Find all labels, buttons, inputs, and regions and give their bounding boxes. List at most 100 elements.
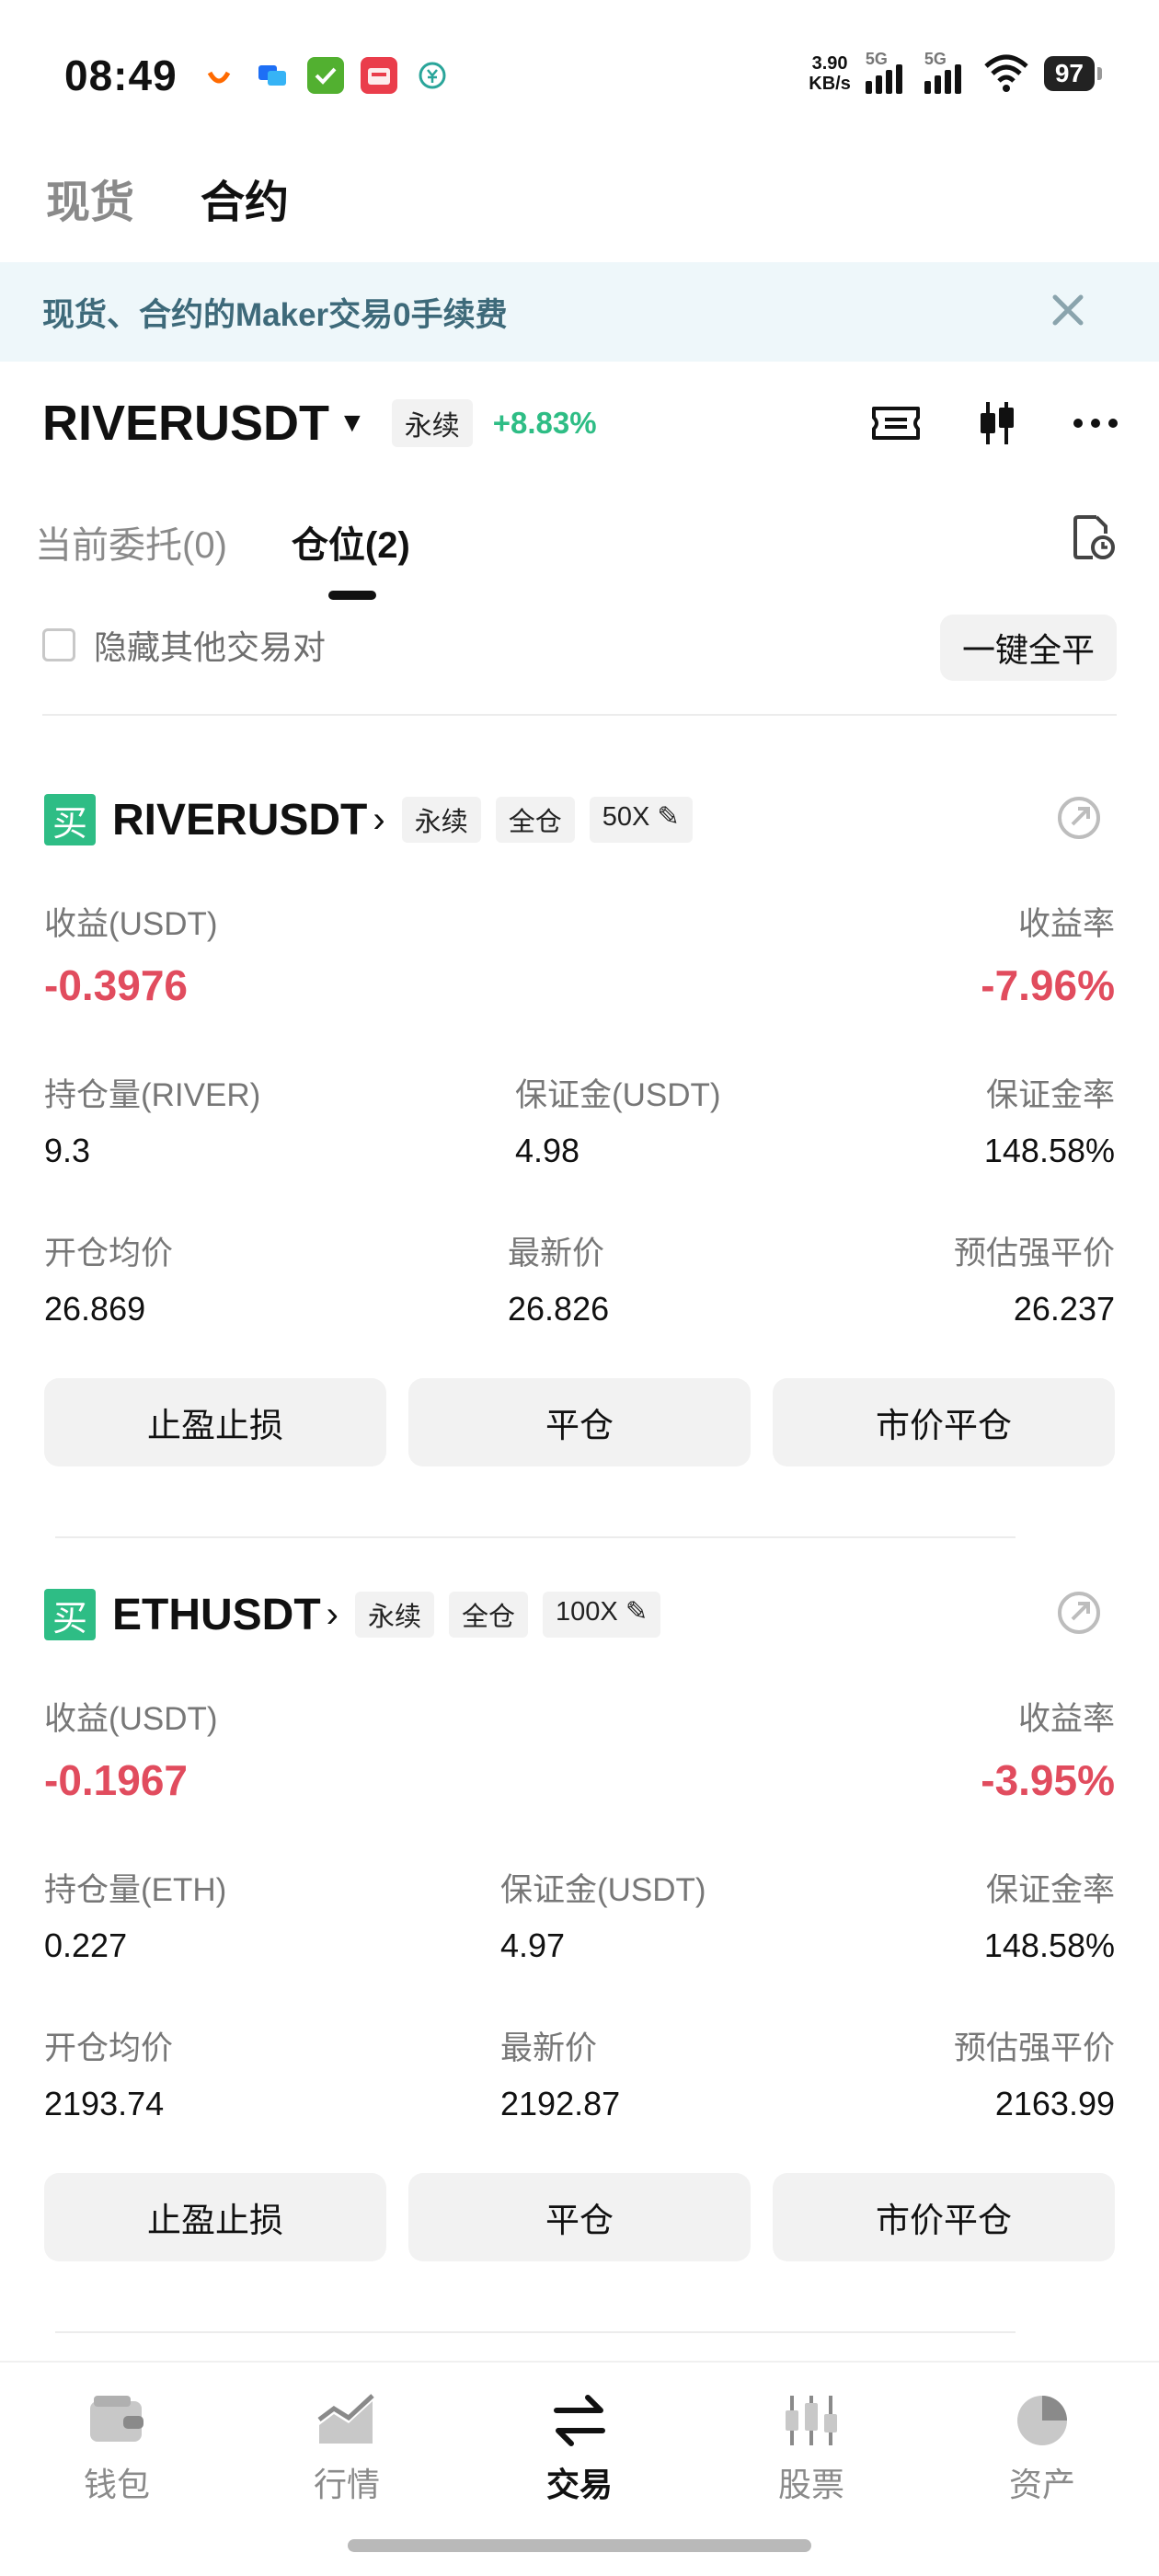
market-type-tabs: 现货 合约 [46,166,289,230]
perpetual-tag: 永续 [401,797,481,843]
tp-sl-button[interactable]: 止盈止损 [44,2173,386,2261]
tab-positions[interactable]: 仓位(2) [292,515,410,600]
signal-sim1-icon: 5G [865,50,910,94]
hide-other-pairs-checkbox[interactable] [42,628,75,661]
edit-pencil-icon: ✎ [625,1597,648,1627]
perpetual-tag: 永续 [391,399,473,447]
tp-sl-button[interactable]: 止盈止损 [44,1378,386,1466]
divider [55,2331,1016,2333]
leverage-tag[interactable]: 50X ✎ [589,797,693,843]
position-header: 买 ETHUSDT › 永续 全仓 100X ✎ [44,1584,1115,1645]
bank-app-icon [414,57,451,94]
pie-chart-icon [1017,2396,1067,2445]
position-card: 买 RIVERUSDT › 永续 全仓 50X ✎ 收益(USDT) 收益率 -… [44,789,1115,1489]
candlestick-icon [786,2396,837,2445]
pnl-label: 收益(USDT) [44,906,218,942]
pnl-value: -0.3976 [44,961,189,1009]
wallet-icon [90,2396,143,2442]
margin-value: 4.98 [515,1132,580,1169]
position-size-value: 0.227 [44,1926,128,1964]
shopping-app-icon [361,57,397,94]
symbol-header: RIVERUSDT ▼ 永续 +8.83% [42,386,1119,460]
last-price-label: 最新价 [508,1236,605,1271]
caret-down-icon[interactable]: ▼ [339,408,366,439]
liquidation-price-label: 预估强平价 [953,1236,1115,1271]
network-speed: 3.90 KB/s [809,53,851,94]
position-actions: 止盈止损 平仓 市价平仓 [44,1378,1115,1466]
hide-other-pairs-label[interactable]: 隐藏其他交易对 [94,621,326,669]
liquidation-price-value: 2163.99 [994,2085,1115,2122]
pnl-value: -0.1967 [44,1756,189,1804]
pnl-rate-label: 收益率 [1017,906,1115,942]
pnl-label: 收益(USDT) [44,1701,218,1737]
check-app-icon [307,57,344,94]
liquidation-price-value: 26.237 [1013,1290,1115,1328]
history-record-icon[interactable] [1073,513,1117,561]
market-close-button[interactable]: 市价平仓 [773,2173,1115,2261]
margin-ratio-value: 148.58% [983,1132,1115,1169]
price-change: +8.83% [492,406,597,440]
kline-chart-icon[interactable] [975,398,1019,448]
promo-banner[interactable]: 现货、合约的Maker交易0手续费 [0,262,1159,362]
tab-spot[interactable]: 现货 [46,166,134,230]
chevron-right-icon[interactable]: › [327,1594,339,1636]
margin-value: 4.97 [500,1926,566,1964]
order-position-tabs: 当前委托(0) 仓位(2) [35,515,410,600]
margin-label: 保证金(USDT) [515,1077,721,1113]
coupon-icon[interactable] [870,403,922,443]
nav-stocks[interactable]: 股票 [742,2390,880,2506]
notification-icons [201,57,451,94]
nav-wallet[interactable]: 钱包 [48,2390,186,2506]
pnl-rate-value: -3.95% [981,1756,1115,1804]
liquidation-price-label: 预估强平价 [953,2030,1115,2066]
position-card: 买 ETHUSDT › 永续 全仓 100X ✎ 收益(USDT) 收益率 -0… [44,1584,1115,2283]
didi-app-icon [201,57,237,94]
position-symbol[interactable]: RIVERUSDT [112,795,367,845]
margin-ratio-value: 148.58% [983,1926,1115,1964]
last-price-value: 26.826 [508,1290,610,1328]
position-header: 买 RIVERUSDT › 永续 全仓 50X ✎ [44,789,1115,850]
margin-label: 保证金(USDT) [500,1872,706,1908]
perpetual-tag: 永续 [355,1592,435,1638]
cross-margin-tag: 全仓 [449,1592,529,1638]
banner-close-icon[interactable] [1050,286,1085,336]
chevron-right-icon[interactable]: › [373,799,384,841]
chat-app-icon [254,57,291,94]
edit-pencil-icon: ✎ [657,802,680,832]
close-position-button[interactable]: 平仓 [408,2173,751,2261]
system-status: 3.90 KB/s 5G 5G 97 [809,50,1103,94]
hide-other-pairs-row: 隐藏其他交易对 一键全平 [42,615,1117,681]
last-price-value: 2192.87 [500,2085,621,2122]
nav-trade[interactable]: 交易 [511,2390,648,2506]
close-all-button[interactable]: 一键全平 [939,615,1117,681]
symbol-selector[interactable]: RIVERUSDT [42,395,329,452]
divider [42,714,1117,716]
cross-margin-tag: 全仓 [495,797,575,843]
pnl-rate-value: -7.96% [981,961,1115,1009]
buy-side-badge: 买 [44,794,96,845]
symbol-actions [870,386,1119,460]
status-bar: 08:49 3.90 KB/s 5G 5G 97 [0,0,1159,156]
promo-banner-text: 现货、合约的Maker交易0手续费 [42,296,508,333]
position-symbol[interactable]: ETHUSDT [112,1590,321,1640]
divider [55,1536,1016,1538]
tab-open-orders[interactable]: 当前委托(0) [35,515,227,569]
market-close-button[interactable]: 市价平仓 [773,1378,1115,1466]
more-options-icon[interactable] [1073,417,1119,430]
share-icon[interactable] [1056,795,1102,841]
tab-futures[interactable]: 合约 [201,166,289,230]
wifi-icon [984,54,1028,92]
pnl-rate-label: 收益率 [1017,1701,1115,1737]
position-actions: 止盈止损 平仓 市价平仓 [44,2173,1115,2261]
home-indicator[interactable] [348,2539,811,2552]
leverage-tag[interactable]: 100X ✎ [543,1592,661,1638]
nav-assets[interactable]: 资产 [973,2390,1111,2506]
share-icon[interactable] [1056,1590,1102,1636]
buy-side-badge: 买 [44,1589,96,1640]
last-price-label: 最新价 [500,2030,598,2066]
nav-market[interactable]: 行情 [278,2390,416,2506]
market-chart-icon [317,2394,374,2444]
close-position-button[interactable]: 平仓 [408,1378,751,1466]
swap-arrows-icon [554,2395,605,2446]
margin-ratio-label: 保证金率 [985,1077,1115,1113]
